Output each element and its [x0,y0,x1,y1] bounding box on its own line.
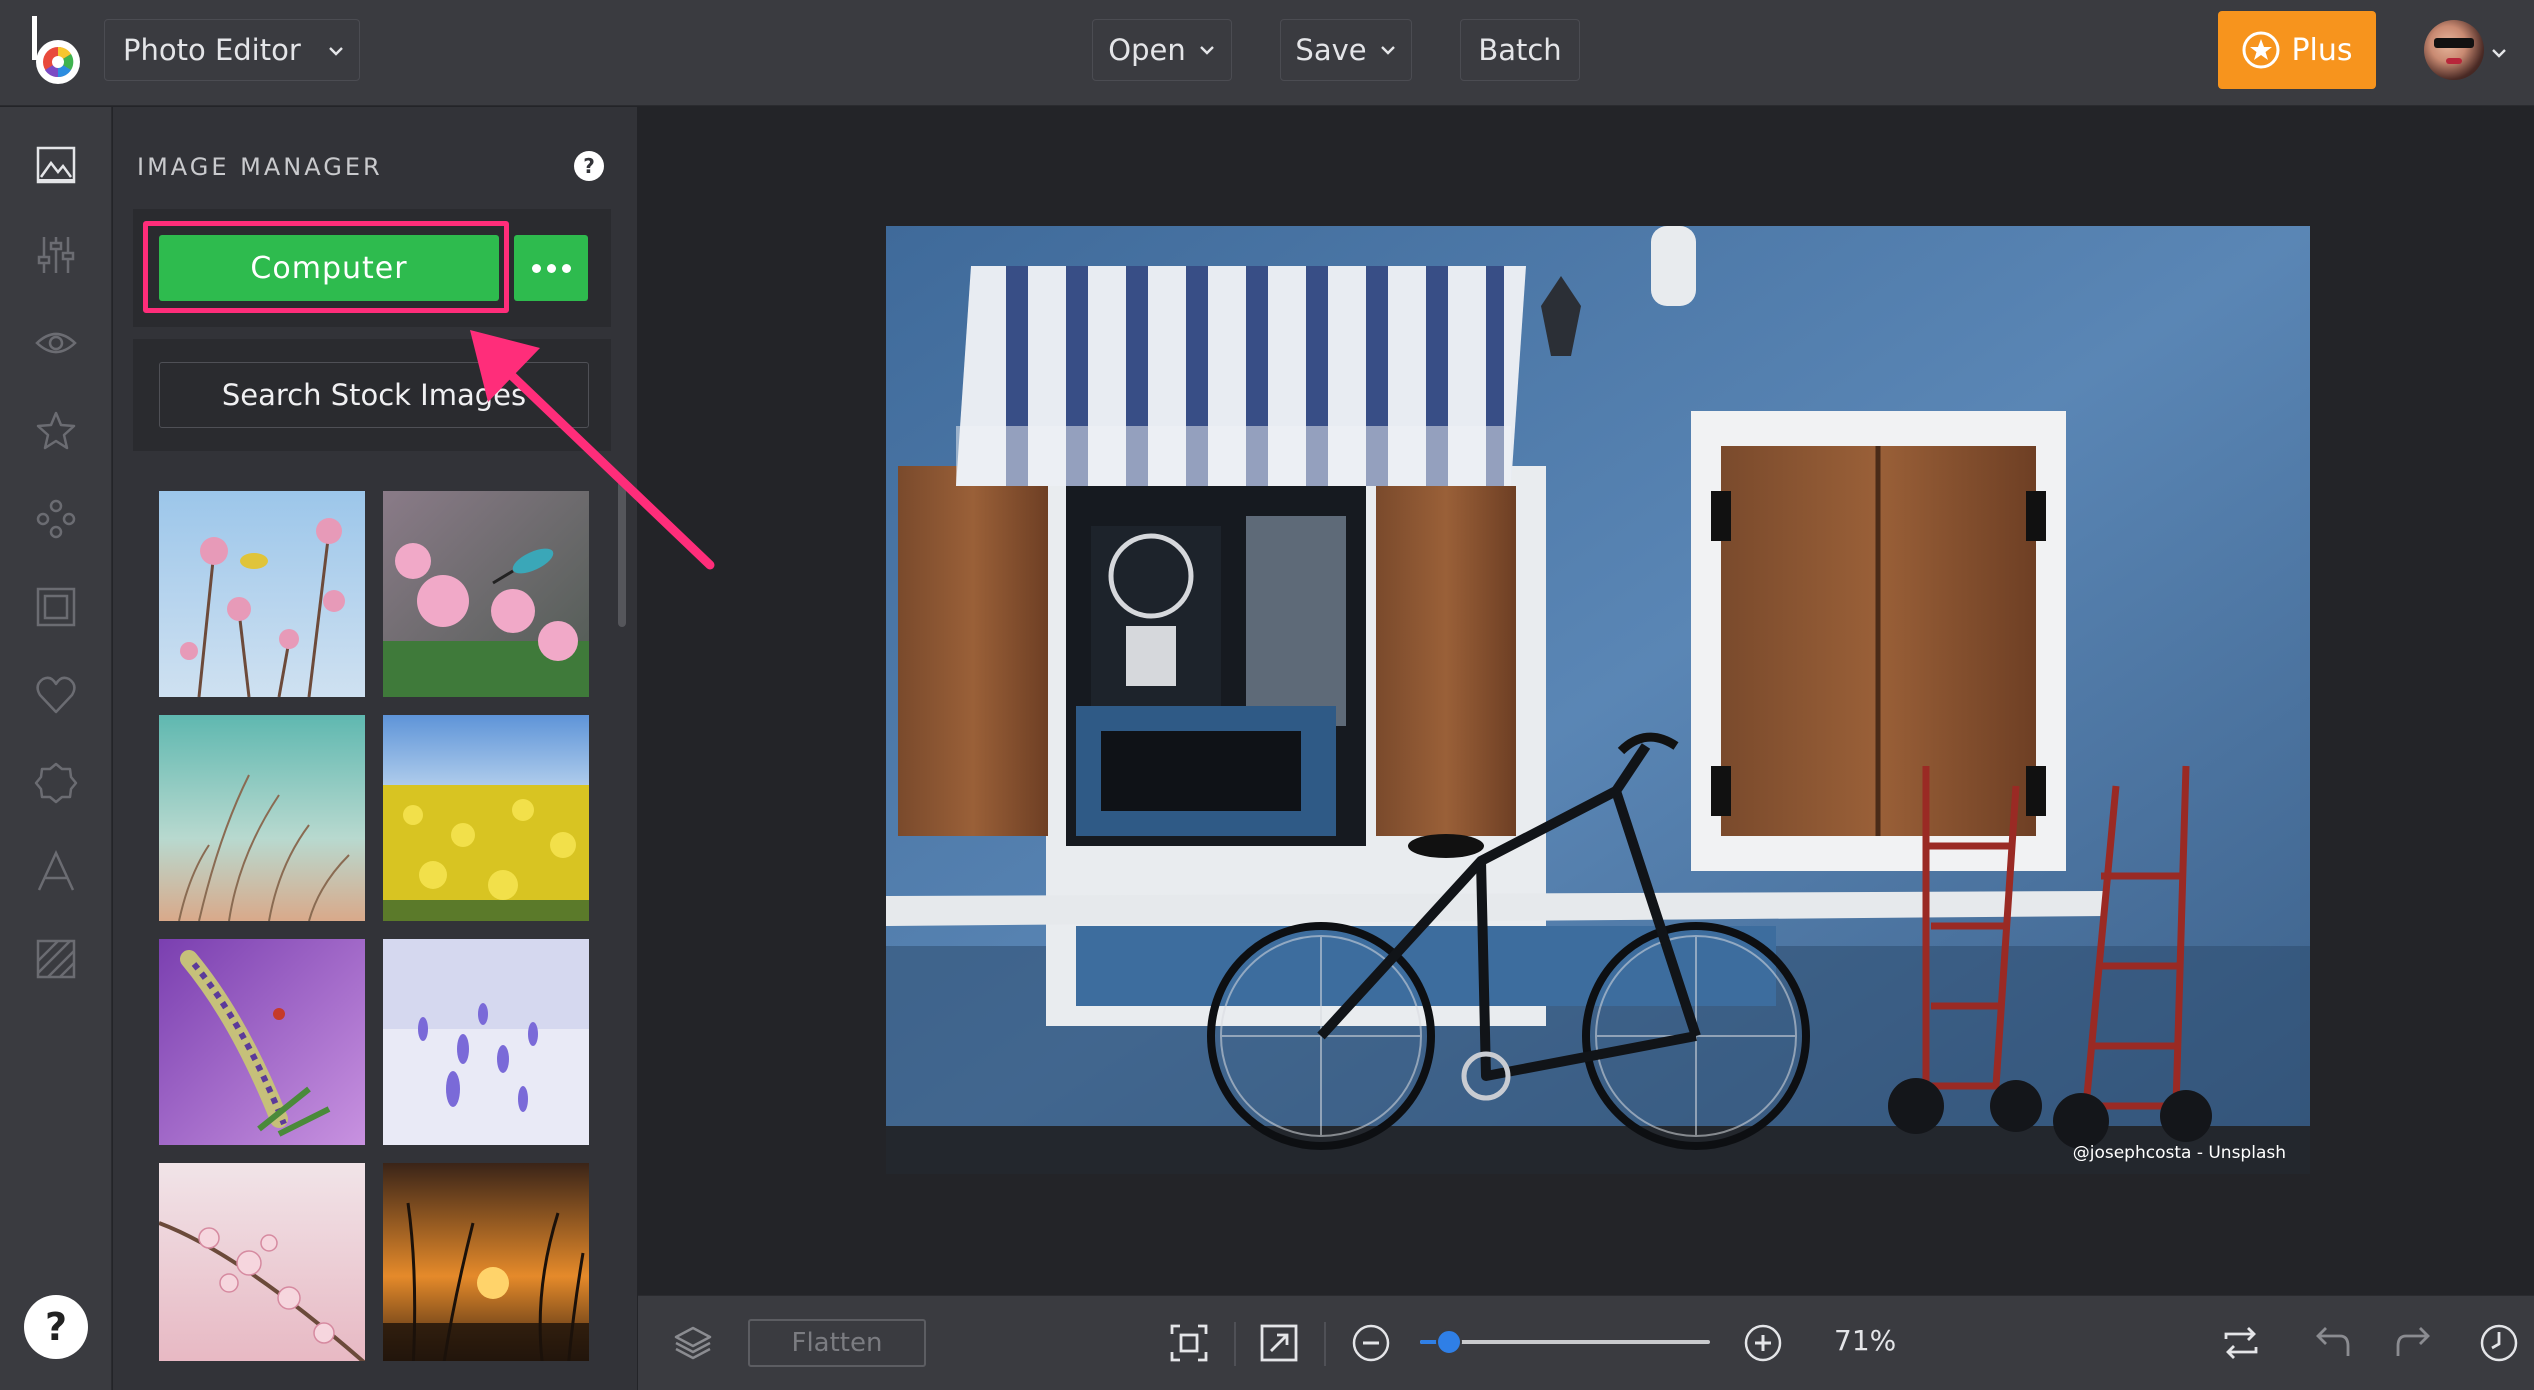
chevron-down-icon [1380,46,1395,55]
redo-icon[interactable] [2394,1322,2436,1364]
badge-icon[interactable] [34,761,78,805]
zoom-out-icon[interactable] [1350,1322,1392,1364]
app-selector-label: Photo Editor [123,33,301,67]
thumbnail-flowers-bee[interactable] [159,491,365,697]
app-selector-dropdown[interactable]: Photo Editor [104,19,360,81]
thumbnail-grid [159,491,589,1361]
chevron-down-icon [329,47,343,56]
batch-label: Batch [1478,33,1562,67]
toolbar-divider [1324,1322,1326,1366]
flatten-button[interactable]: Flatten [748,1319,926,1367]
frame-icon[interactable] [34,585,78,629]
texture-icon[interactable] [34,937,78,981]
help-button[interactable]: ? [24,1295,88,1359]
avatar [2424,20,2484,80]
thumbnail-yellow-field[interactable] [383,715,589,921]
more-sources-button[interactable] [514,235,588,301]
dot-icon [531,263,541,273]
chevron-down-icon [2492,49,2506,58]
zoom-slider-handle[interactable] [1436,1329,1463,1355]
zoom-slider[interactable] [1420,1329,1710,1355]
save-label: Save [1295,33,1367,67]
text-icon[interactable] [34,849,78,893]
photo-credit: @josephcosta - Unsplash [2073,1143,2286,1163]
zoom-percentage: 71% [1834,1324,1897,1357]
computer-button-highlight [143,221,509,313]
compare-swap-icon[interactable] [2220,1322,2262,1364]
thumbnail-grass-teal[interactable] [159,715,365,921]
zoom-in-icon[interactable] [1742,1322,1784,1364]
bottom-toolbar: Flatten 71% [638,1295,2534,1390]
shapes-icon[interactable] [34,497,78,541]
plus-label: Plus [2291,32,2353,68]
thumbnail-sunset-grass[interactable] [383,1163,589,1361]
dot-icon [546,263,556,273]
star-icon[interactable] [34,409,78,453]
thumbnail-snow-crocus[interactable] [383,939,589,1145]
actual-size-icon[interactable] [1258,1322,1300,1364]
image-manager-panel: IMAGE MANAGER ? Computer Search Stock Im… [113,107,637,1390]
fit-to-screen-icon[interactable] [1168,1322,1210,1364]
panel-help-icon[interactable]: ? [574,151,604,181]
befunky-logo-icon[interactable] [28,14,86,88]
toolbar-divider [1234,1322,1236,1366]
thumbnail-purple-lupine[interactable] [159,939,365,1145]
thumbnail-blossom-branch[interactable] [159,1163,365,1361]
dot-icon [561,263,571,273]
top-bar: Photo Editor Open Save Batch Plus [0,0,2534,106]
batch-button[interactable]: Batch [1460,19,1580,81]
account-menu[interactable] [2424,20,2516,84]
plus-upgrade-button[interactable]: Plus [2218,11,2376,89]
edited-photo[interactable]: @josephcosta - Unsplash [886,226,2310,1174]
save-menu-button[interactable]: Save [1280,19,1412,81]
chevron-down-icon [1199,46,1214,55]
history-icon[interactable] [2478,1322,2520,1364]
layers-icon[interactable] [672,1322,714,1364]
star-badge-icon [2242,31,2280,69]
open-label: Open [1108,33,1186,67]
thumbnail-hummingbird[interactable] [383,491,589,697]
panel-title: IMAGE MANAGER [137,153,383,181]
open-menu-button[interactable]: Open [1092,19,1232,81]
search-stock-images-button[interactable]: Search Stock Images [159,362,589,428]
panel-scrollbar[interactable] [618,477,626,627]
tool-rail: ? [0,107,112,1390]
image-icon[interactable] [34,143,78,187]
heart-icon[interactable] [34,673,78,717]
undo-icon[interactable] [2310,1322,2352,1364]
eye-icon[interactable] [34,321,78,365]
sliders-icon[interactable] [34,233,78,277]
